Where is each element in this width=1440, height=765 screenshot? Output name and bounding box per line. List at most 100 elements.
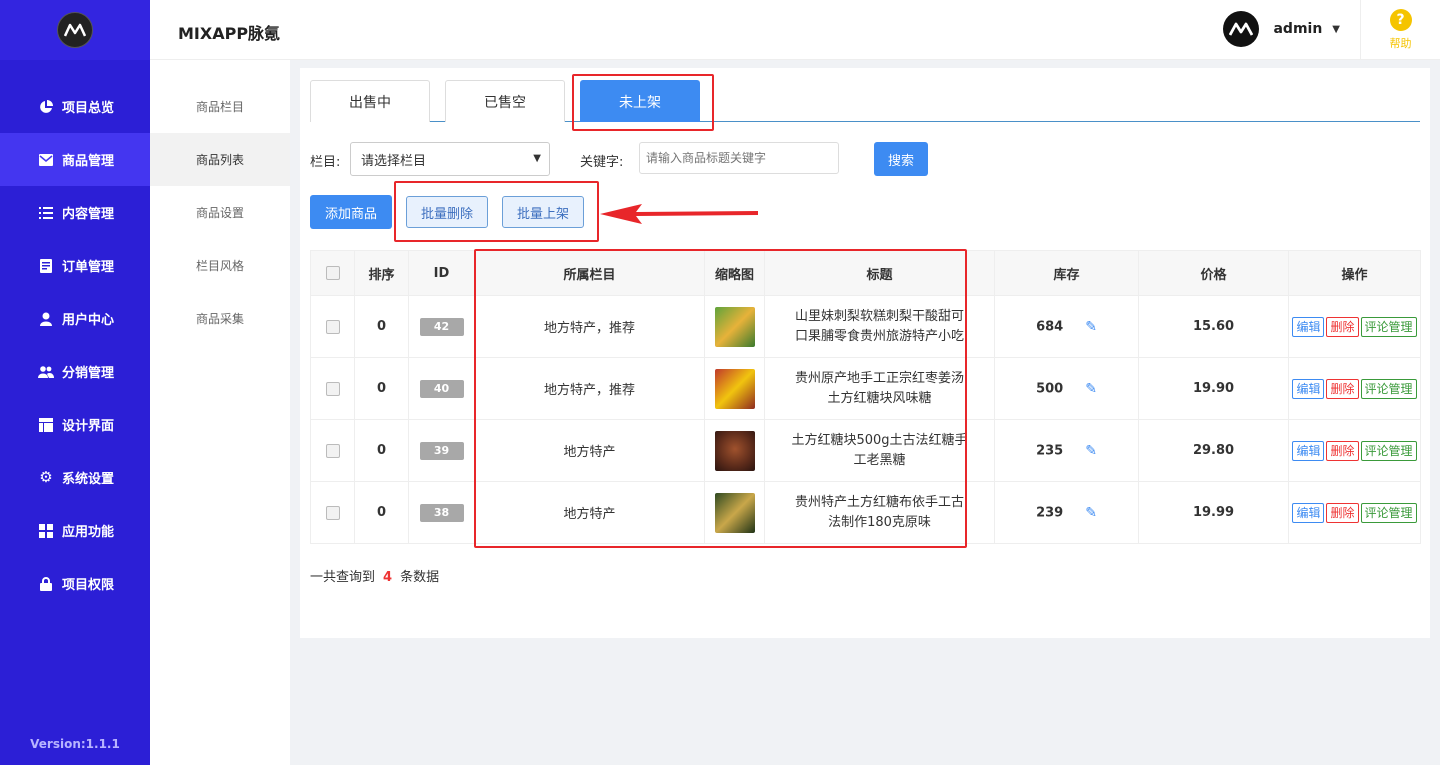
add-goods-button[interactable]: 添加商品: [310, 195, 392, 229]
logo-area: [0, 0, 150, 60]
sidebar-item-goods[interactable]: 商品管理: [0, 133, 150, 186]
pencil-icon[interactable]: ✎: [1085, 319, 1097, 335]
row-title-line: 贵州原产地手工正宗红枣姜汤: [794, 370, 964, 386]
help-icon: ?: [1389, 9, 1412, 31]
row-thumbnail[interactable]: [714, 306, 755, 347]
sidebar-item-label: 分销管理: [62, 366, 115, 381]
row-thumbnail[interactable]: [714, 430, 755, 471]
subnav-item-list[interactable]: 商品列表: [150, 133, 290, 186]
row-title-line: 口果脯零食贵州旅游特产小吃: [794, 328, 964, 344]
search-button[interactable]: 搜索: [874, 142, 928, 176]
tab-on-sale[interactable]: 出售中: [310, 80, 430, 122]
subnav-item-collect[interactable]: 商品采集: [150, 292, 290, 345]
header-price: 价格: [1138, 250, 1289, 296]
layout-icon: [38, 417, 54, 433]
tab-sold-out[interactable]: 已售空: [445, 80, 565, 122]
sidebar-item-label: 商品管理: [62, 154, 115, 169]
delete-button[interactable]: 删除: [1326, 502, 1359, 523]
row-checkbox[interactable]: [325, 319, 340, 334]
sidebar-item-overview[interactable]: 项目总览: [0, 80, 150, 133]
pencil-icon[interactable]: ✎: [1085, 381, 1097, 397]
header-ops: 操作: [1288, 250, 1421, 296]
row-title[interactable]: 贵州特产土方红糖布依手工古 法制作180克原味: [764, 481, 995, 544]
help-button[interactable]: ? 帮助: [1360, 0, 1440, 60]
subnav-item-style[interactable]: 栏目风格: [150, 239, 290, 292]
edit-button[interactable]: 编辑: [1292, 440, 1325, 461]
sidebar-item-label: 订单管理: [62, 260, 115, 275]
main-sidebar: 项目总览 商品管理 内容管理 订单管理 用户中心 分销管理 设计界面 ⚙ 系统设: [0, 0, 150, 765]
batch-delete-button[interactable]: 批量删除: [406, 196, 488, 228]
row-checkbox[interactable]: [325, 505, 340, 520]
row-thumbnail[interactable]: [714, 492, 755, 533]
edit-button[interactable]: 编辑: [1292, 316, 1325, 337]
status-tabs: 出售中 已售空 未上架: [310, 80, 1420, 122]
keyword-input[interactable]: [639, 142, 839, 174]
sidebar-item-label: 应用功能: [62, 525, 115, 540]
row-thumbnail[interactable]: [714, 368, 755, 409]
caret-down-icon[interactable]: ▼: [1332, 24, 1340, 35]
table-row: 0 42 地方特产，推荐 山里妹刺梨软糕刺梨干酸甜可 口果脯零食贵州旅游特产小吃 …: [310, 295, 1421, 358]
edit-button[interactable]: 编辑: [1292, 378, 1325, 399]
subnav-item-categories[interactable]: 商品栏目: [150, 80, 290, 133]
row-order: 0: [354, 357, 409, 420]
row-stock: 235: [1036, 443, 1064, 458]
delete-button[interactable]: 删除: [1326, 316, 1359, 337]
pencil-icon[interactable]: ✎: [1085, 505, 1097, 521]
summary-count: 4: [383, 570, 393, 585]
document-icon: [38, 258, 54, 274]
sidebar-item-label: 用户中心: [62, 313, 115, 328]
select-all-checkbox[interactable]: [325, 266, 340, 280]
comment-manage-button[interactable]: 评论管理: [1360, 378, 1417, 399]
delete-button[interactable]: 删除: [1326, 440, 1359, 461]
avatar[interactable]: [1223, 11, 1260, 47]
sidebar-item-settings[interactable]: ⚙ 系统设置: [0, 451, 150, 504]
header-category: 所属栏目: [474, 250, 705, 296]
row-title[interactable]: 山里妹刺梨软糕刺梨干酸甜可 口果脯零食贵州旅游特产小吃: [764, 295, 995, 358]
delete-button[interactable]: 删除: [1326, 378, 1359, 399]
user-icon: [38, 311, 54, 327]
sidebar-item-permissions[interactable]: 项目权限: [0, 557, 150, 610]
comment-manage-button[interactable]: 评论管理: [1360, 440, 1417, 461]
sidebar-item-content[interactable]: 内容管理: [0, 186, 150, 239]
result-summary: 一共查询到 4 条数据: [310, 566, 439, 585]
envelope-icon: [38, 152, 54, 168]
row-title[interactable]: 土方红糖块500g土古法红糖手 工老黑糖: [764, 419, 995, 482]
row-id-badge: 38: [419, 503, 464, 522]
row-checkbox[interactable]: [325, 443, 340, 458]
category-select[interactable]: 请选择栏目 ▼: [350, 142, 550, 176]
row-title-line: 土方红糖块500g土古法红糖手: [791, 432, 968, 448]
tab-unlisted[interactable]: 未上架: [580, 80, 700, 122]
pencil-icon[interactable]: ✎: [1085, 443, 1097, 459]
table-row: 0 40 地方特产，推荐 贵州原产地手工正宗红枣姜汤 土方红糖块风味糖 500 ✎ …: [310, 357, 1421, 420]
row-stock: 239: [1036, 505, 1064, 520]
chevron-down-icon: ▼: [533, 153, 541, 164]
header-order: 排序: [354, 250, 409, 296]
sidebar-item-design[interactable]: 设计界面: [0, 398, 150, 451]
grid-icon: [38, 523, 54, 539]
comment-manage-button[interactable]: 评论管理: [1360, 502, 1417, 523]
table-row: 0 38 地方特产 贵州特产土方红糖布依手工古 法制作180克原味 239 ✎ 19…: [310, 481, 1421, 544]
batch-publish-button[interactable]: 批量上架: [502, 196, 584, 228]
edit-button[interactable]: 编辑: [1292, 502, 1325, 523]
sidebar-item-users[interactable]: 用户中心: [0, 292, 150, 345]
help-label: 帮助: [1389, 37, 1412, 50]
row-title[interactable]: 贵州原产地手工正宗红枣姜汤 土方红糖块风味糖: [764, 357, 995, 420]
row-title-line: 工老黑糖: [853, 452, 906, 468]
sidebar-item-apps[interactable]: 应用功能: [0, 504, 150, 557]
row-id-badge: 42: [419, 317, 464, 336]
annotation-arrow-icon: [600, 204, 758, 224]
sidebar-item-distribution[interactable]: 分销管理: [0, 345, 150, 398]
comment-manage-button[interactable]: 评论管理: [1360, 316, 1417, 337]
row-id-badge: 39: [419, 441, 464, 460]
subnav-item-settings[interactable]: 商品设置: [150, 186, 290, 239]
row-checkbox[interactable]: [325, 381, 340, 396]
row-category: 地方特产，推荐: [474, 295, 705, 358]
user-menu[interactable]: admin ▼: [1223, 11, 1340, 47]
main-panel: 出售中 已售空 未上架 栏目: 请选择栏目 ▼ 关键字: 搜索 添加商品 批量删…: [300, 68, 1430, 638]
row-title-line: 土方红糖块风味糖: [827, 390, 932, 406]
header-stock: 库存: [994, 250, 1139, 296]
username[interactable]: admin: [1273, 21, 1322, 37]
sidebar-item-orders[interactable]: 订单管理: [0, 239, 150, 292]
header-select-all[interactable]: [310, 250, 355, 296]
mixapp-logo-icon[interactable]: [57, 12, 93, 48]
